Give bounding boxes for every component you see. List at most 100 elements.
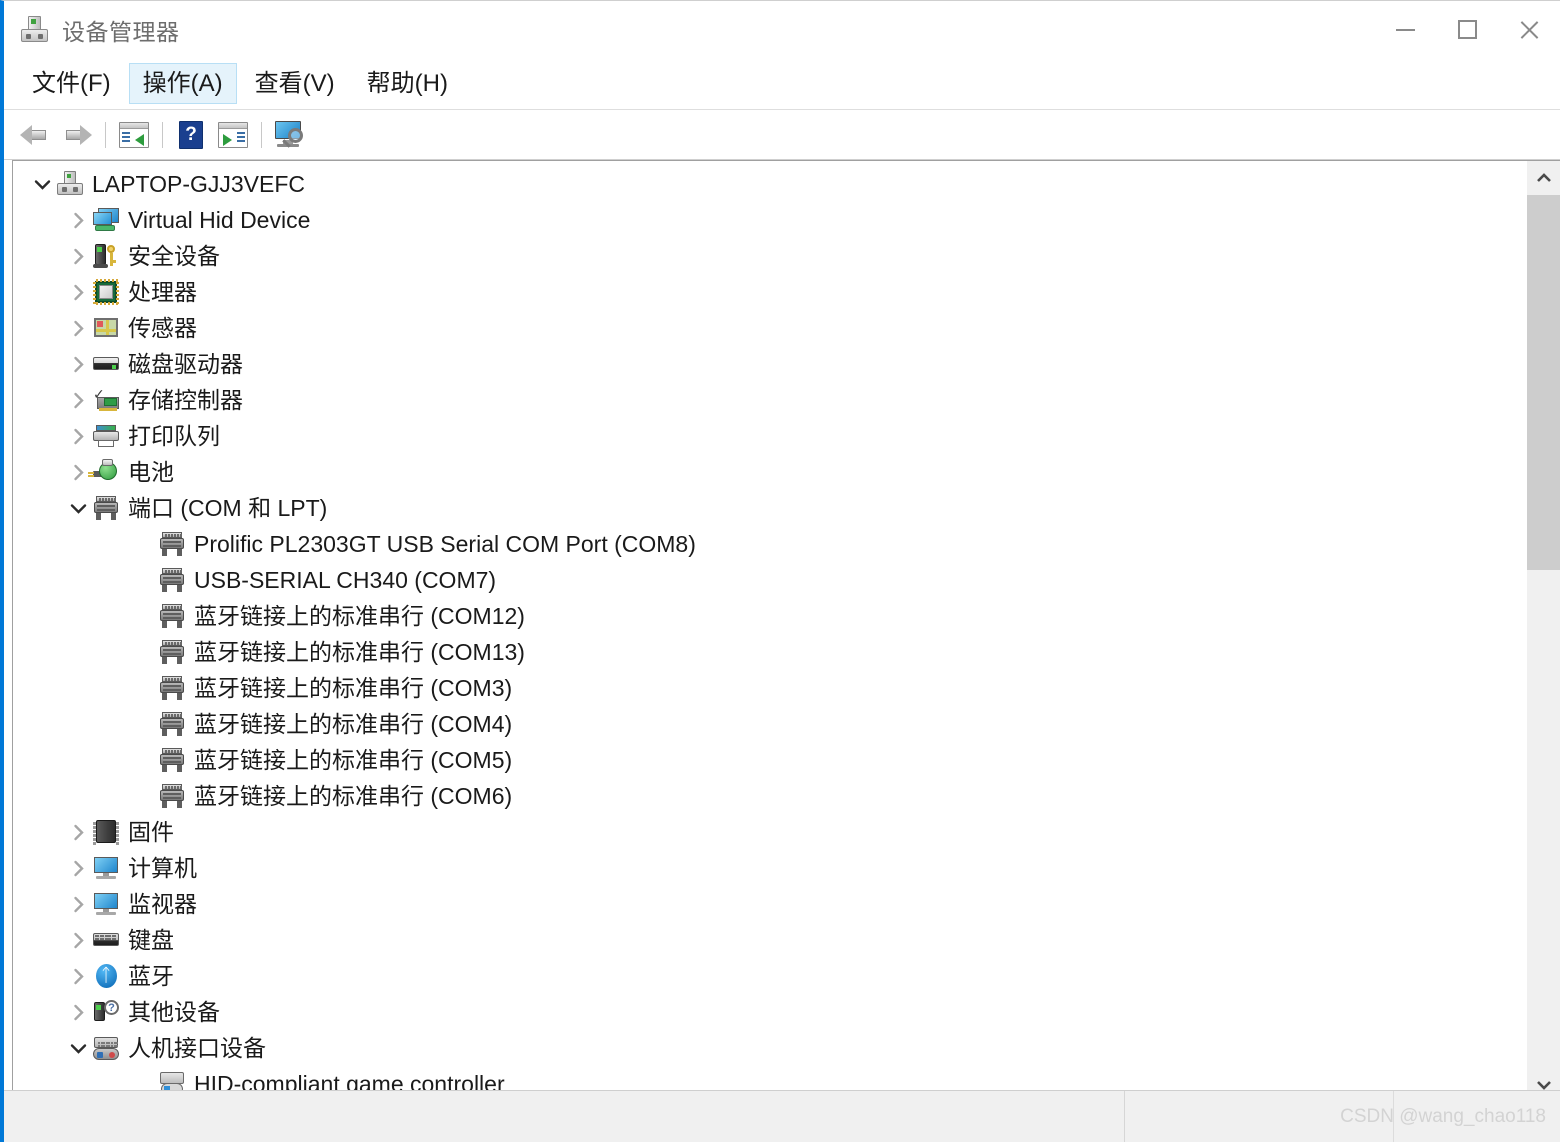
tree-item[interactable]: Virtual Hid Device: [13, 202, 1526, 238]
device-manager-icon: [20, 15, 50, 45]
chevron-down-icon[interactable]: [63, 490, 93, 526]
tree-item-label: 固件: [128, 818, 174, 845]
vertical-scrollbar[interactable]: [1526, 161, 1560, 1102]
tree-item[interactable]: 传感器: [13, 310, 1526, 346]
tree-item[interactable]: 蓝牙链接上的标准串行 (COM13): [13, 634, 1526, 670]
other-devices-icon: ?: [93, 999, 119, 1025]
port-icon: [159, 531, 185, 557]
tree-item-label: 其他设备: [128, 998, 220, 1025]
chevron-right-icon[interactable]: [63, 958, 93, 994]
chevron-right-icon[interactable]: [63, 310, 93, 346]
maximize-icon: [1457, 20, 1477, 39]
tree-item[interactable]: 监视器: [13, 886, 1526, 922]
tree-item[interactable]: ? 其他设备: [13, 994, 1526, 1030]
minimize-button[interactable]: [1374, 1, 1436, 58]
chevron-right-icon[interactable]: [63, 346, 93, 382]
keyboard-icon: [93, 927, 119, 953]
tree-item-label: 蓝牙链接上的标准串行 (COM3): [194, 674, 513, 701]
scan-monitor-icon: [274, 120, 306, 149]
forward-button[interactable]: [56, 116, 98, 154]
scrollbar-thumb[interactable]: [1527, 195, 1560, 570]
chevron-right-icon[interactable]: [63, 274, 93, 310]
arrow-right-icon: [62, 123, 92, 147]
device-tree-panel: LAPTOP-GJJ3VEFC Virtual Hid Device 安全设备 处理器…: [12, 160, 1560, 1103]
monitor-icon: [93, 891, 119, 917]
tree-item-label: 蓝牙链接上的标准串行 (COM12): [194, 602, 525, 629]
chevron-down-icon: [1537, 1081, 1551, 1090]
tree-item[interactable]: 计算机: [13, 850, 1526, 886]
tree-item[interactable]: 人机接口设备: [13, 1030, 1526, 1066]
processor-icon: [93, 279, 119, 305]
scroll-up-button[interactable]: [1527, 161, 1560, 195]
chevron-right-icon[interactable]: [63, 850, 93, 886]
tree-item[interactable]: 电池: [13, 454, 1526, 490]
properties-button[interactable]: [113, 116, 155, 154]
tree-item-label: 存储控制器: [128, 386, 243, 413]
printer-queue-icon: [93, 423, 119, 449]
tree-item[interactable]: ᛏ 蓝牙: [13, 958, 1526, 994]
close-button[interactable]: [1498, 1, 1560, 58]
tree-item-label: 磁盘驱动器: [128, 350, 243, 377]
toolbar-separator: [105, 121, 106, 148]
chevron-right-icon[interactable]: [63, 382, 93, 418]
chevron-right-icon[interactable]: [63, 994, 93, 1030]
tree-item[interactable]: 蓝牙链接上的标准串行 (COM6): [13, 778, 1526, 814]
toolbar-separator: [261, 121, 262, 148]
scan-hardware-changes-button[interactable]: [269, 116, 311, 154]
chevron-down-icon[interactable]: [27, 166, 57, 202]
device-manager-window: 设备管理器 文件(F) 操作(A) 查看(V) 帮助(H) ? LAPTOP-G…: [0, 0, 1560, 1142]
tree-item-label: 端口 (COM 和 LPT): [128, 494, 328, 521]
tree-item-label: 监视器: [128, 890, 197, 917]
tree-item[interactable]: 处理器: [13, 274, 1526, 310]
menu-help[interactable]: 帮助(H): [353, 63, 462, 105]
tree-item[interactable]: 安全设备: [13, 238, 1526, 274]
title-bar: 设备管理器: [4, 1, 1560, 58]
maximize-button[interactable]: [1436, 1, 1498, 58]
menu-action[interactable]: 操作(A): [128, 62, 237, 105]
tree-item-label: LAPTOP-GJJ3VEFC: [92, 170, 306, 197]
close-icon: [1518, 19, 1540, 41]
tree-item[interactable]: 蓝牙链接上的标准串行 (COM12): [13, 598, 1526, 634]
back-button[interactable]: [14, 116, 56, 154]
status-left-cell: [4, 1091, 1124, 1142]
tree-item-label: 蓝牙链接上的标准串行 (COM6): [194, 782, 513, 809]
chevron-right-icon[interactable]: [63, 238, 93, 274]
chevron-right-icon[interactable]: [63, 418, 93, 454]
tree-item[interactable]: USB-SERIAL CH340 (COM7): [13, 562, 1526, 598]
tree-root-item[interactable]: LAPTOP-GJJ3VEFC: [13, 166, 1526, 202]
toolbar: ?: [4, 110, 1560, 160]
menu-file[interactable]: 文件(F): [18, 63, 125, 105]
chevron-right-icon[interactable]: [63, 922, 93, 958]
tree-item[interactable]: 固件: [13, 814, 1526, 850]
port-icon: [159, 567, 185, 593]
chevron-right-icon[interactable]: [63, 202, 93, 238]
tree-item[interactable]: 打印队列: [13, 418, 1526, 454]
tree-item-label: 计算机: [128, 854, 197, 881]
tree-item[interactable]: 蓝牙链接上的标准串行 (COM4): [13, 706, 1526, 742]
tree-item[interactable]: 端口 (COM 和 LPT): [13, 490, 1526, 526]
tree-item[interactable]: ✓ 存储控制器: [13, 382, 1526, 418]
chevron-up-icon: [1537, 173, 1551, 182]
tree-item[interactable]: Prolific PL2303GT USB Serial COM Port (C…: [13, 526, 1526, 562]
show-hide-console-tree-button[interactable]: [212, 116, 254, 154]
tree-item[interactable]: 键盘: [13, 922, 1526, 958]
chevron-right-icon[interactable]: [63, 814, 93, 850]
device-tree[interactable]: LAPTOP-GJJ3VEFC Virtual Hid Device 安全设备 处理器…: [13, 161, 1526, 1102]
tree-item-label: 打印队列: [128, 422, 220, 449]
tree-item[interactable]: 磁盘驱动器: [13, 346, 1526, 382]
menu-view[interactable]: 查看(V): [241, 63, 349, 105]
tree-item[interactable]: 蓝牙链接上的标准串行 (COM3): [13, 670, 1526, 706]
arrow-left-icon: [20, 123, 50, 147]
port-icon: [159, 711, 185, 737]
tree-item-label: 蓝牙: [128, 962, 174, 989]
port-icon: [159, 747, 185, 773]
chevron-right-icon[interactable]: [63, 886, 93, 922]
tree-item[interactable]: 蓝牙链接上的标准串行 (COM5): [13, 742, 1526, 778]
help-button[interactable]: ?: [170, 116, 212, 154]
chevron-down-icon[interactable]: [63, 1030, 93, 1066]
port-icon: [159, 603, 185, 629]
